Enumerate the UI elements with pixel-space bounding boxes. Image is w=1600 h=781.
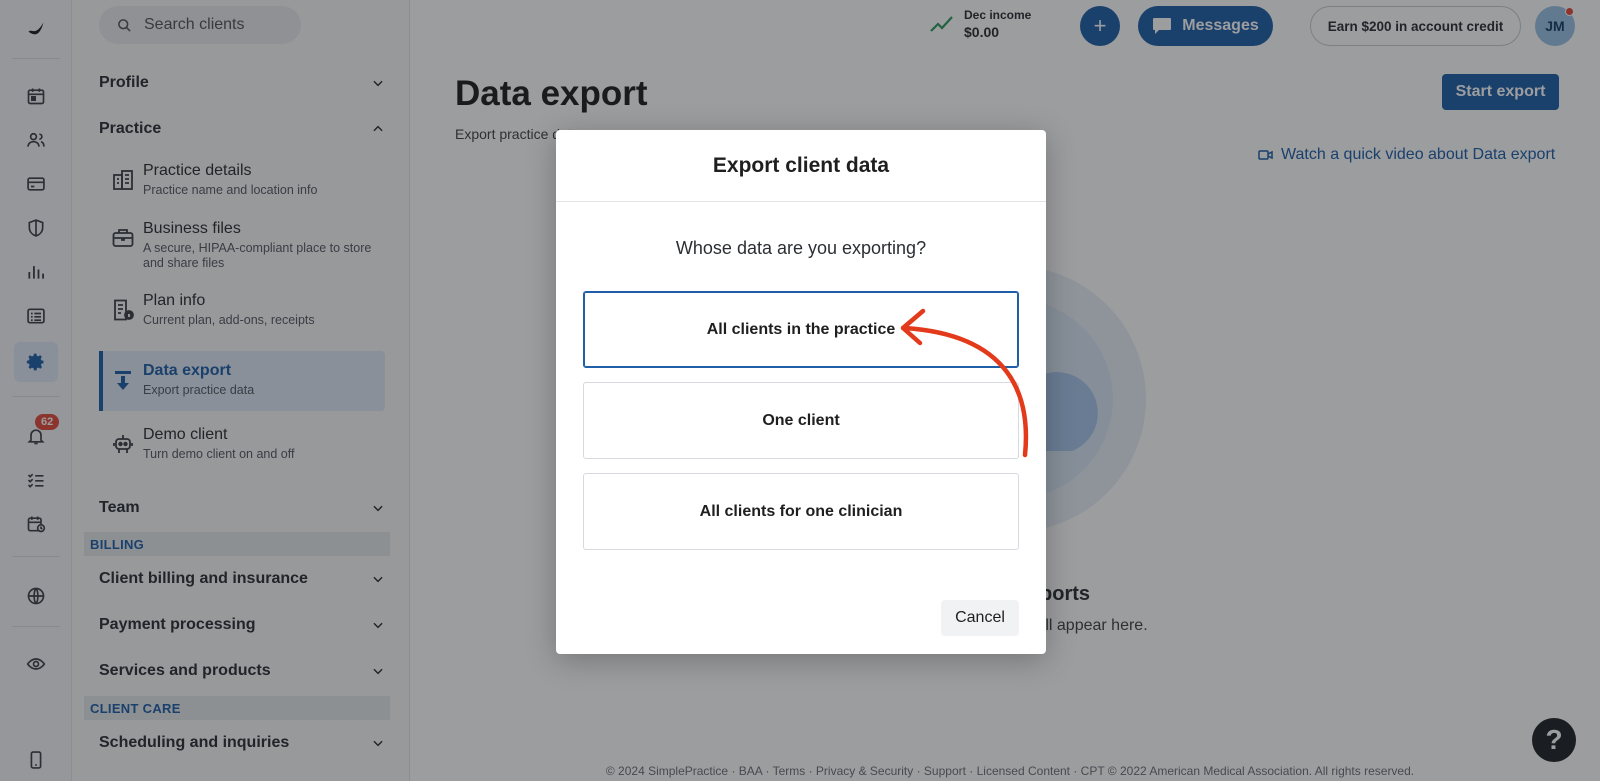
modal-question: Whose data are you exporting? — [675, 238, 927, 258]
annotation-arrow-icon — [900, 308, 1029, 458]
modal-title: Export client data — [556, 130, 1046, 202]
cancel-button[interactable]: Cancel — [941, 600, 1019, 636]
option-all-clients-for-clinician[interactable]: All clients for one clinician — [583, 473, 1019, 550]
